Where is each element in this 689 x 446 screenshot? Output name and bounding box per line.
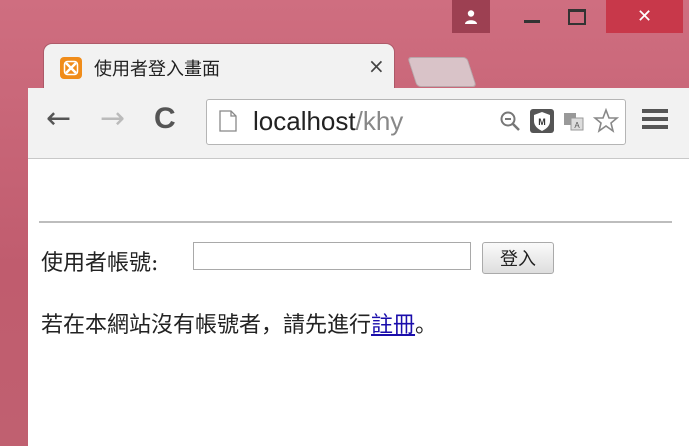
minimize-button[interactable] <box>516 0 548 33</box>
url-host: localhost <box>253 106 356 136</box>
username-label: 使用者帳號: <box>41 251 159 276</box>
minimize-icon <box>524 20 540 23</box>
page-content: 使用者帳號: 登入 若在本網站沒有帳號者，請先進行註冊。 <box>28 159 689 446</box>
register-note: 若在本網站沒有帳號者，請先進行註冊。 <box>41 307 437 339</box>
translate-icon[interactable]: A <box>563 110 585 132</box>
username-input[interactable] <box>193 242 471 270</box>
register-note-suffix: 。 <box>415 313 438 338</box>
browser-tab[interactable]: 使用者登入畫面 × <box>44 44 394 88</box>
svg-text:M: M <box>538 117 546 127</box>
browser-toolbar: ← → C localhost/khy M A <box>28 88 689 159</box>
forward-button[interactable]: → <box>100 104 125 134</box>
maximize-button[interactable] <box>556 0 598 33</box>
bookmark-star-icon[interactable] <box>593 108 619 134</box>
register-note-text: 若在本網站沒有帳號者，請先進行 <box>41 313 372 338</box>
user-icon <box>465 9 477 24</box>
url-path: /khy <box>355 106 404 136</box>
back-button[interactable]: ← <box>46 104 71 134</box>
reload-button[interactable]: C <box>154 104 176 134</box>
new-tab-button[interactable] <box>407 57 477 87</box>
svg-text:A: A <box>574 121 580 130</box>
xampp-icon <box>60 57 82 79</box>
profile-button[interactable] <box>452 0 490 33</box>
close-icon: ✕ <box>636 5 653 27</box>
close-window-button[interactable]: ✕ <box>606 0 683 33</box>
login-button[interactable]: 登入 <box>482 242 554 274</box>
address-bar[interactable]: localhost/khy M A <box>206 99 626 145</box>
horizontal-rule <box>39 221 672 223</box>
url-text[interactable]: localhost/khy <box>253 106 403 136</box>
maximize-icon <box>568 8 586 25</box>
tab-title: 使用者登入畫面 <box>94 59 220 80</box>
tab-close-icon[interactable]: × <box>368 54 385 78</box>
zoom-icon[interactable] <box>499 110 521 132</box>
page-icon <box>219 110 237 132</box>
register-link[interactable]: 註冊 <box>371 313 415 338</box>
menu-icon[interactable] <box>642 108 668 130</box>
extension-shield-icon[interactable]: M <box>529 108 555 134</box>
address-bar-icons: M A <box>493 108 619 134</box>
